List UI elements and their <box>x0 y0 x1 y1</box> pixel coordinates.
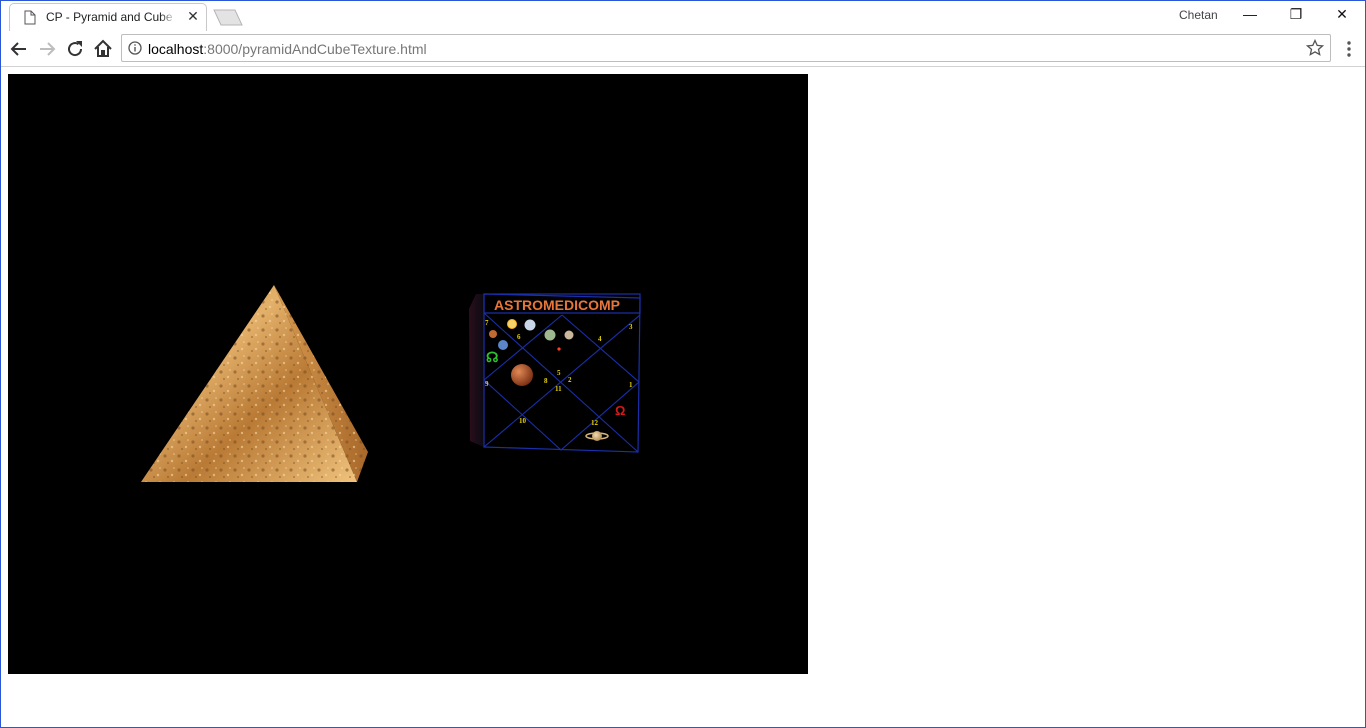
textured-cube: ASTROMEDICOMP 7 6 3 4 5 8 2 11 9 1 10 12… <box>469 293 641 453</box>
textured-pyramid <box>141 285 368 482</box>
house-number: 11 <box>555 385 562 393</box>
house-number: 4 <box>598 335 602 343</box>
tab-title: CP - Pyramid and Cube T <box>46 10 174 24</box>
browser-window: CP - Pyramid and Cube T ✕ Chetan — ❐ ✕ l… <box>0 0 1366 728</box>
mars-icon <box>511 364 533 386</box>
minimize-button[interactable]: — <box>1227 1 1273 29</box>
planet-icon <box>544 329 556 341</box>
saturn-icon <box>592 431 602 441</box>
sun-icon <box>507 319 517 329</box>
planet-icon <box>498 340 508 350</box>
title-bar: CP - Pyramid and Cube T ✕ Chetan — ❐ ✕ <box>1 1 1365 31</box>
scene-svg: ASTROMEDICOMP 7 6 3 4 5 8 2 11 9 1 10 12… <box>141 285 641 482</box>
back-icon[interactable] <box>7 37 31 61</box>
house-number: 7 <box>485 319 489 327</box>
house-number: 3 <box>629 323 633 331</box>
url-host: localhost <box>148 41 204 57</box>
url-path: :8000/pyramidAndCubeTexture.html <box>203 41 427 57</box>
reload-icon[interactable] <box>63 37 87 61</box>
info-icon[interactable] <box>128 41 142 55</box>
page-icon <box>24 10 36 25</box>
url-text[interactable]: localhost:8000/pyramidAndCubeTexture.htm… <box>148 41 427 57</box>
planet-icon <box>564 330 574 340</box>
planet-icon <box>489 330 497 338</box>
address-bar[interactable]: localhost:8000/pyramidAndCubeTexture.htm… <box>121 34 1331 62</box>
house-number: 10 <box>519 417 527 425</box>
forward-icon[interactable] <box>35 37 59 61</box>
webgl-canvas[interactable]: ASTROMEDICOMP 7 6 3 4 5 8 2 11 9 1 10 12… <box>8 74 808 674</box>
cube-banner-text: ASTROMEDICOMP <box>494 297 620 313</box>
house-number: 1 <box>629 381 633 389</box>
house-number: 12 <box>591 419 599 427</box>
house-number: 8 <box>544 377 548 385</box>
home-icon[interactable] <box>91 37 115 61</box>
bookmark-star-icon[interactable] <box>1306 39 1324 57</box>
house-number: 6 <box>517 333 521 341</box>
restore-button[interactable]: ❐ <box>1273 1 1319 29</box>
new-tab-button[interactable] <box>213 9 243 26</box>
house-number: 9 <box>485 380 489 388</box>
planet-icon <box>524 319 536 331</box>
tab-close-icon[interactable]: ✕ <box>185 8 201 24</box>
star-icon <box>557 347 561 351</box>
tab-title-fade <box>160 6 176 26</box>
profile-name[interactable]: Chetan <box>1179 8 1218 22</box>
page-content: ASTROMEDICOMP 7 6 3 4 5 8 2 11 9 1 10 12… <box>1 67 1365 727</box>
toolbar: localhost:8000/pyramidAndCubeTexture.htm… <box>1 31 1365 67</box>
ketu-symbol: Ω <box>615 403 625 418</box>
menu-kebab-icon[interactable] <box>1339 39 1359 59</box>
rahu-symbol: ☊ <box>486 349 498 365</box>
tab-active[interactable]: CP - Pyramid and Cube T ✕ <box>9 3 207 31</box>
house-number: 5 <box>557 369 561 377</box>
house-number: 2 <box>568 376 572 384</box>
window-close-button[interactable]: ✕ <box>1319 1 1365 29</box>
